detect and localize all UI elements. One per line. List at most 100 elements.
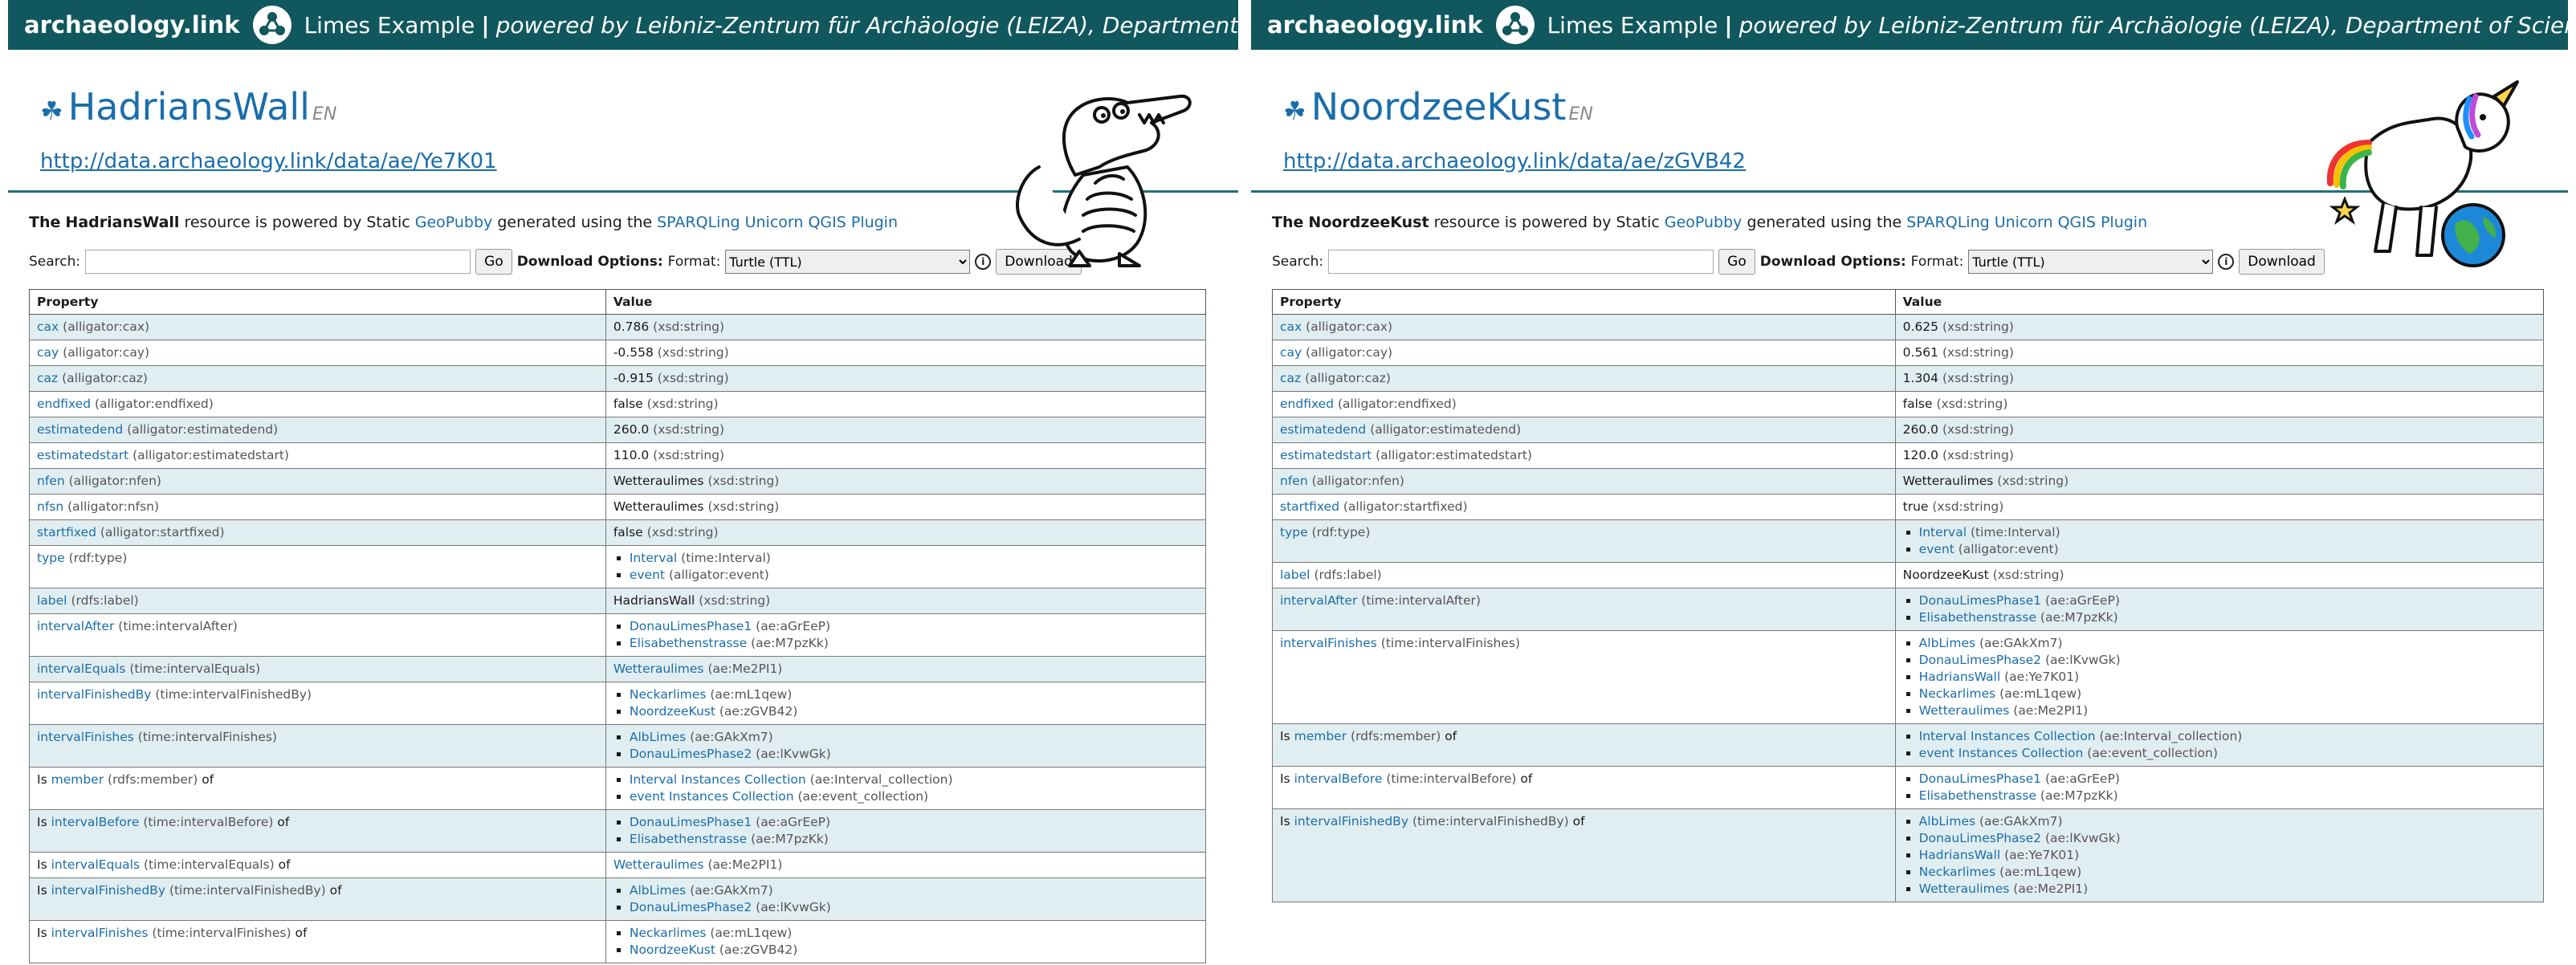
property-cell: Is member (rdfs:member) of: [29, 767, 606, 810]
value-link[interactable]: Elisabethenstrasse: [630, 832, 747, 846]
resource-uri-link[interactable]: http://data.archaeology.link/data/ae/Ye7…: [40, 149, 497, 173]
search-input[interactable]: [1328, 250, 1714, 274]
value-link[interactable]: AlbLimes: [630, 730, 686, 744]
brand-link[interactable]: archaeology.link: [24, 11, 240, 39]
property-link[interactable]: cay: [1280, 345, 1302, 360]
property-link[interactable]: intervalFinishes: [37, 730, 134, 744]
go-button[interactable]: Go: [1718, 249, 1755, 275]
value-link[interactable]: Interval: [630, 551, 677, 565]
property-link[interactable]: caz: [37, 371, 58, 385]
value-list-item: Wetteraulimes (ae:Me2PI1): [1919, 702, 2536, 719]
property-link[interactable]: intervalFinishedBy: [37, 687, 151, 702]
value-link[interactable]: Neckarlimes: [1919, 865, 1996, 879]
property-link[interactable]: startfixed: [1280, 499, 1339, 514]
info-icon[interactable]: i: [975, 254, 992, 270]
value-list-item: DonauLimesPhase2 (ae:lKvwGk): [1919, 830, 2536, 847]
property-link[interactable]: estimatedend: [1280, 422, 1366, 437]
value-link[interactable]: Wetteraulimes: [613, 857, 704, 872]
value-link[interactable]: Neckarlimes: [630, 926, 707, 940]
value-link[interactable]: Elisabethenstrasse: [630, 636, 747, 650]
value-link[interactable]: HadriansWall: [1919, 670, 2001, 684]
plugin-link[interactable]: SPARQLing Unicorn QGIS Plugin: [657, 214, 898, 231]
value-link[interactable]: DonauLimesPhase1: [1919, 593, 2041, 608]
value-list-item: Elisabethenstrasse (ae:M7pzKk): [630, 831, 1198, 848]
value-link[interactable]: Wetteraulimes: [1919, 703, 2010, 718]
value-list-item: Elisabethenstrasse (ae:M7pzKk): [630, 635, 1198, 652]
property-link[interactable]: nfen: [1280, 474, 1308, 488]
value-link[interactable]: AlbLimes: [1919, 636, 1975, 650]
property-link[interactable]: member: [51, 772, 104, 787]
property-namespace: (time:intervalFinishedBy): [1412, 814, 1569, 829]
property-link[interactable]: cax: [1280, 320, 1302, 334]
value-link[interactable]: DonauLimesPhase1: [630, 619, 752, 633]
value-link[interactable]: event Instances Collection: [630, 789, 794, 804]
property-link[interactable]: type: [37, 551, 65, 565]
value-link[interactable]: AlbLimes: [1919, 814, 1975, 829]
value-link[interactable]: DonauLimesPhase1: [630, 815, 752, 829]
value-link[interactable]: Neckarlimes: [1919, 686, 1996, 701]
property-link[interactable]: cax: [37, 320, 59, 334]
value-link[interactable]: event: [1919, 542, 1954, 556]
property-link[interactable]: intervalAfter: [37, 619, 114, 633]
property-link[interactable]: intervalBefore: [51, 815, 140, 829]
property-link[interactable]: intervalFinishedBy: [51, 883, 165, 898]
property-link[interactable]: estimatedend: [37, 422, 123, 437]
search-input[interactable]: [85, 250, 471, 274]
resource-uri-link[interactable]: http://data.archaeology.link/data/ae/zGV…: [1283, 149, 1746, 173]
brand-link[interactable]: archaeology.link: [1267, 11, 1483, 39]
value-link[interactable]: DonauLimesPhase2: [630, 747, 752, 761]
value-link[interactable]: DonauLimesPhase2: [630, 900, 752, 914]
value-link[interactable]: Interval: [1919, 525, 1967, 540]
property-link[interactable]: intervalAfter: [1280, 593, 1357, 608]
format-select[interactable]: Turtle (TTL): [1968, 250, 2214, 274]
property-link[interactable]: intervalBefore: [1294, 772, 1383, 786]
property-cell: Is intervalEquals (time:intervalEquals) …: [29, 852, 606, 878]
go-button[interactable]: Go: [475, 249, 512, 275]
value-link[interactable]: Interval Instances Collection: [630, 772, 806, 787]
value-link[interactable]: Interval Instances Collection: [1919, 729, 2096, 743]
info-icon[interactable]: i: [2218, 254, 2235, 270]
property-link[interactable]: estimatedstart: [1280, 448, 1372, 462]
geopubby-link[interactable]: GeoPubby: [1665, 214, 1742, 231]
value-link[interactable]: Elisabethenstrasse: [1919, 788, 2036, 803]
property-link[interactable]: caz: [1280, 371, 1301, 385]
property-link[interactable]: nfsn: [37, 499, 63, 514]
value-link[interactable]: Wetteraulimes: [613, 662, 704, 676]
value-list-item: DonauLimesPhase1 (ae:aGrEeP): [630, 814, 1198, 831]
property-namespace: (time:intervalFinishes): [1380, 636, 1520, 650]
property-link[interactable]: endfixed: [1280, 397, 1334, 411]
download-button[interactable]: Download: [2239, 249, 2325, 275]
property-link[interactable]: intervalEquals: [37, 662, 125, 676]
value-link[interactable]: Elisabethenstrasse: [1919, 610, 2036, 625]
property-link[interactable]: cay: [37, 345, 59, 360]
property-link[interactable]: startfixed: [37, 525, 96, 540]
value-link[interactable]: AlbLimes: [630, 883, 686, 898]
inverse-prefix: Is: [1280, 772, 1290, 786]
property-link[interactable]: nfen: [37, 474, 65, 488]
value-list: DonauLimesPhase1 (ae:aGrEeP)Elisabethens…: [613, 618, 1198, 652]
value-link[interactable]: NoordzeeKust: [630, 943, 715, 957]
value-link[interactable]: HadriansWall: [1919, 848, 2001, 862]
property-link[interactable]: member: [1294, 729, 1347, 743]
property-link[interactable]: type: [1280, 525, 1308, 540]
value-link[interactable]: NoordzeeKust: [630, 704, 715, 719]
value-link[interactable]: event Instances Collection: [1919, 746, 2084, 760]
property-namespace: (alligator:estimatedstart): [132, 448, 289, 462]
value-link[interactable]: DonauLimesPhase2: [1919, 653, 2041, 667]
property-link[interactable]: label: [37, 593, 67, 608]
geopubby-link[interactable]: GeoPubby: [415, 214, 493, 231]
property-link[interactable]: endfixed: [37, 397, 91, 411]
property-link[interactable]: intervalFinishes: [1280, 636, 1377, 650]
value-link[interactable]: event: [630, 568, 665, 582]
property-link[interactable]: label: [1280, 568, 1310, 582]
value-link[interactable]: DonauLimesPhase1: [1919, 772, 2041, 786]
value-link[interactable]: Neckarlimes: [630, 687, 707, 702]
property-link[interactable]: intervalFinishedBy: [1294, 814, 1408, 829]
property-link[interactable]: intervalEquals: [51, 857, 140, 872]
property-link[interactable]: intervalFinishes: [51, 926, 149, 940]
plugin-link[interactable]: SPARQLing Unicorn QGIS Plugin: [1906, 214, 2147, 231]
format-select[interactable]: Turtle (TTL): [725, 250, 971, 274]
value-link[interactable]: Wetteraulimes: [1919, 882, 2010, 896]
value-link[interactable]: DonauLimesPhase2: [1919, 831, 2041, 845]
property-link[interactable]: estimatedstart: [37, 448, 128, 462]
